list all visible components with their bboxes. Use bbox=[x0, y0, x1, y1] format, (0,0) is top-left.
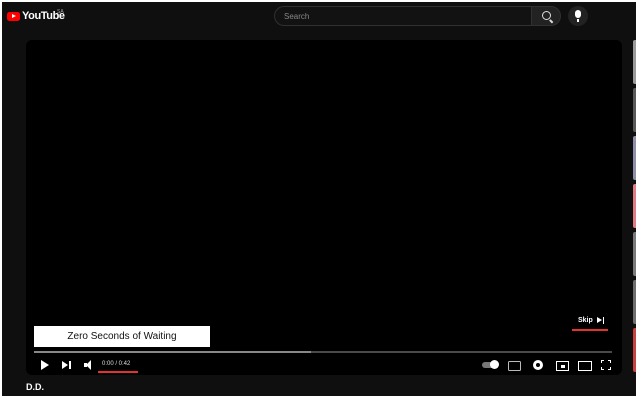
progress-loaded bbox=[34, 351, 312, 353]
subtitles-icon[interactable] bbox=[508, 359, 521, 371]
caption-overlay: Zero Seconds of Waiting bbox=[34, 326, 210, 347]
miniplayer-icon[interactable] bbox=[556, 359, 569, 371]
fullscreen-icon[interactable] bbox=[601, 359, 611, 371]
search-icon bbox=[542, 11, 551, 20]
autoplay-toggle-icon[interactable] bbox=[482, 359, 499, 371]
settings-icon[interactable] bbox=[532, 359, 544, 371]
side-thumbnail[interactable] bbox=[633, 328, 636, 372]
side-thumbnail[interactable] bbox=[633, 280, 636, 324]
volume-icon[interactable] bbox=[84, 359, 96, 371]
time-annotation-underline bbox=[98, 371, 138, 373]
skip-next-icon bbox=[596, 317, 605, 324]
next-icon[interactable] bbox=[62, 359, 72, 371]
youtube-logo[interactable]: YouTube SA bbox=[7, 9, 65, 22]
progress-bar[interactable] bbox=[34, 351, 612, 353]
play-icon[interactable] bbox=[40, 359, 50, 371]
side-thumbnail[interactable] bbox=[633, 88, 636, 132]
top-bar: YouTube SA Search bbox=[2, 2, 636, 30]
region-code: SA bbox=[57, 9, 64, 15]
video-player[interactable]: Zero Seconds of Waiting Skip 0:00 / 0:42 bbox=[26, 40, 622, 375]
side-thumbnail[interactable] bbox=[633, 136, 636, 180]
skip-annotation-underline bbox=[572, 329, 608, 331]
side-thumbnails bbox=[633, 40, 636, 396]
side-thumbnail[interactable] bbox=[633, 232, 636, 276]
youtube-app: YouTube SA Search Zero Seconds of Waitin… bbox=[2, 2, 636, 396]
skip-button[interactable]: Skip bbox=[578, 317, 605, 324]
side-thumbnail[interactable] bbox=[633, 184, 636, 228]
voice-search-button[interactable] bbox=[568, 6, 588, 26]
youtube-play-icon bbox=[7, 11, 20, 21]
microphone-icon bbox=[575, 10, 581, 22]
side-thumbnail[interactable] bbox=[633, 40, 636, 84]
search-input[interactable]: Search bbox=[274, 6, 532, 26]
player-controls: 0:00 / 0:42 bbox=[26, 355, 622, 375]
search-button[interactable] bbox=[531, 6, 561, 26]
skip-label: Skip bbox=[578, 317, 593, 324]
theater-mode-icon[interactable] bbox=[578, 359, 592, 371]
time-display: 0:00 / 0:42 bbox=[102, 361, 131, 367]
channel-name[interactable]: D.D. bbox=[26, 382, 44, 392]
